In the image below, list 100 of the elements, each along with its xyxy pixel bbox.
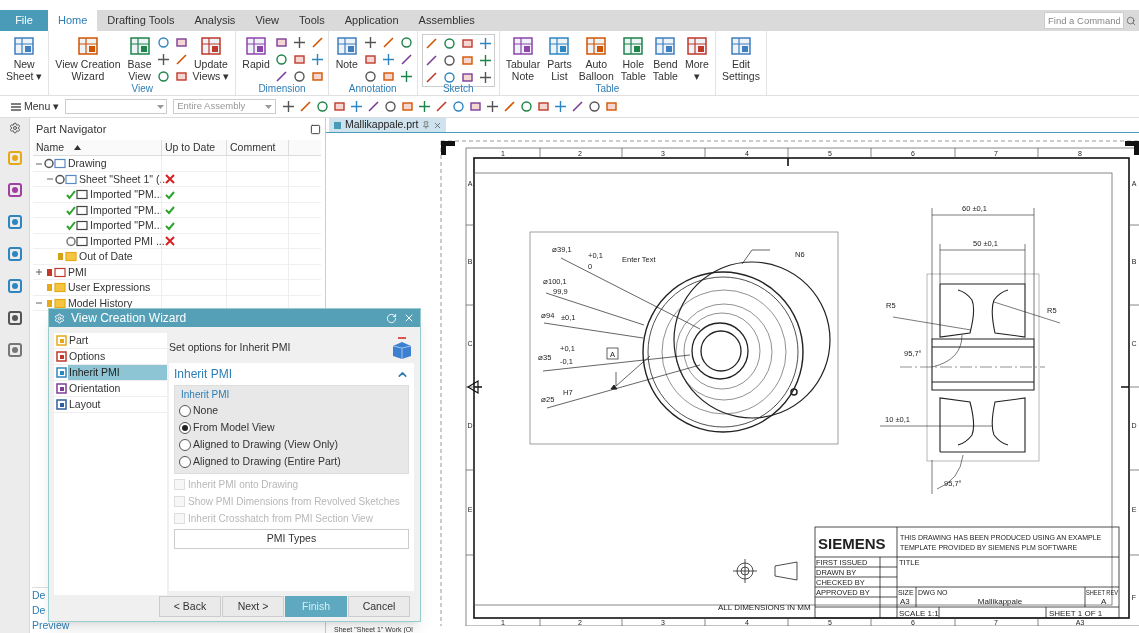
tool-icon[interactable] [418,100,432,113]
ribbon-button[interactable]: Base View [125,34,154,82]
tool-icon[interactable] [460,37,474,50]
tool-icon[interactable] [156,53,170,66]
ribbon-tab[interactable]: Home [48,10,98,31]
tool-icon[interactable] [333,100,347,113]
navigator-tab-icon[interactable] [6,310,23,326]
navigator-tab-icon[interactable] [6,342,23,358]
wizard-step[interactable]: Layout [68,397,167,412]
navigator-tab-icon[interactable] [6,246,23,262]
ribbon-button[interactable]: Rapid [240,34,272,70]
tool-icon[interactable] [469,100,483,113]
tree-item[interactable]: Model History [68,295,133,312]
ribbon-button[interactable]: Edit Settings [719,34,762,82]
panel-header[interactable]: De [32,588,46,603]
tool-icon[interactable] [399,36,413,49]
tool-icon[interactable] [350,100,364,113]
radio-button[interactable] [179,404,191,417]
tool-icon[interactable] [478,71,492,84]
tool-icon[interactable] [384,100,398,113]
tool-icon[interactable] [435,100,449,113]
tool-icon[interactable] [310,70,324,83]
wizard-step[interactable]: Orientation [68,381,167,396]
tool-icon[interactable] [381,53,395,66]
tool-icon[interactable] [460,71,474,84]
reset-icon[interactable] [386,312,397,324]
tool-icon[interactable] [452,100,466,113]
section-header[interactable]: Inherit PMI [174,363,409,385]
ribbon-tab[interactable]: Drafting Tools [97,10,185,31]
tool-icon[interactable] [274,70,288,83]
navigator-tab-icon[interactable] [6,278,23,294]
document-tab[interactable]: Mallikappale.prt [329,118,446,132]
navigator-tab-icon[interactable] [6,182,23,198]
ribbon-tab[interactable]: Application [334,10,409,31]
tool-icon[interactable] [503,100,517,113]
ribbon-button[interactable]: Parts List [545,34,574,82]
tool-icon[interactable] [299,100,313,113]
dialog-button[interactable]: Next > [222,596,284,617]
dialog-button[interactable]: Cancel [348,596,410,617]
tool-icon[interactable] [399,53,413,66]
ribbon-button[interactable]: Bend Table [650,34,680,82]
tree-item[interactable]: Imported "PM... [90,218,163,234]
tool-icon[interactable] [381,36,395,49]
tool-icon[interactable] [367,100,381,113]
tool-icon[interactable] [310,53,324,66]
tool-icon[interactable] [520,100,534,113]
ribbon-button[interactable]: More ▾ [682,34,711,82]
tool-icon[interactable] [424,71,438,84]
close-icon[interactable] [432,120,442,130]
tool-icon[interactable] [442,37,456,50]
tool-icon[interactable] [292,53,306,66]
tool-icon[interactable] [363,36,377,49]
wizard-step[interactable]: Options [68,349,167,364]
ribbon-button[interactable]: View Creation Wizard [53,34,123,82]
tree-item[interactable]: Imported "PM... [90,187,163,203]
tool-icon[interactable] [442,54,456,67]
navigator-tab-icon[interactable] [6,214,23,230]
tool-icon[interactable] [478,54,492,67]
column-header[interactable]: Up to Date [161,140,226,156]
maximize-icon[interactable] [310,123,321,135]
ribbon-button[interactable]: Update Views ▾ [190,34,232,82]
close-icon[interactable] [403,312,415,324]
tool-icon[interactable] [282,100,296,113]
tool-icon[interactable] [274,53,288,66]
tool-icon[interactable] [310,36,324,49]
tool-icon[interactable] [156,70,170,83]
tool-icon[interactable] [424,54,438,67]
tree-item[interactable]: Out of Date [79,249,133,265]
tool-icon[interactable] [442,71,456,84]
tool-icon[interactable] [292,70,306,83]
tool-icon[interactable] [460,54,474,67]
tool-icon[interactable] [399,70,413,83]
tool-icon[interactable] [156,36,170,49]
tool-icon[interactable] [588,100,602,113]
tool-icon[interactable] [363,70,377,83]
tool-icon[interactable] [571,100,585,113]
tool-icon[interactable] [316,100,330,113]
settings-icon[interactable] [8,122,21,134]
tree-item[interactable]: Imported "PM... [90,202,163,219]
tree-item[interactable]: Imported PMI ... [90,233,165,250]
tree-item[interactable]: PMI [68,264,87,281]
tool-icon[interactable] [174,70,188,83]
tool-icon[interactable] [363,53,377,66]
panel-header[interactable]: Preview [32,618,70,633]
tool-icon[interactable] [274,36,288,49]
ribbon-tab[interactable]: Analysis [184,10,246,31]
tool-icon[interactable] [174,53,188,66]
radio-button[interactable] [179,455,191,468]
column-header[interactable]: Name [33,140,161,156]
tool-icon[interactable] [401,100,415,113]
radio-button[interactable] [179,438,191,451]
tool-icon[interactable] [478,37,492,50]
menu-button[interactable]: Menu ▾ [10,98,60,115]
tool-icon[interactable] [486,100,500,113]
ribbon-button[interactable]: Hole Table [618,34,648,82]
tool-icon[interactable] [292,36,306,49]
wizard-step[interactable]: Part [68,333,167,348]
pmi-types-button[interactable]: PMI Types [174,529,409,549]
tool-icon[interactable] [174,36,188,49]
tool-icon[interactable] [537,100,551,113]
